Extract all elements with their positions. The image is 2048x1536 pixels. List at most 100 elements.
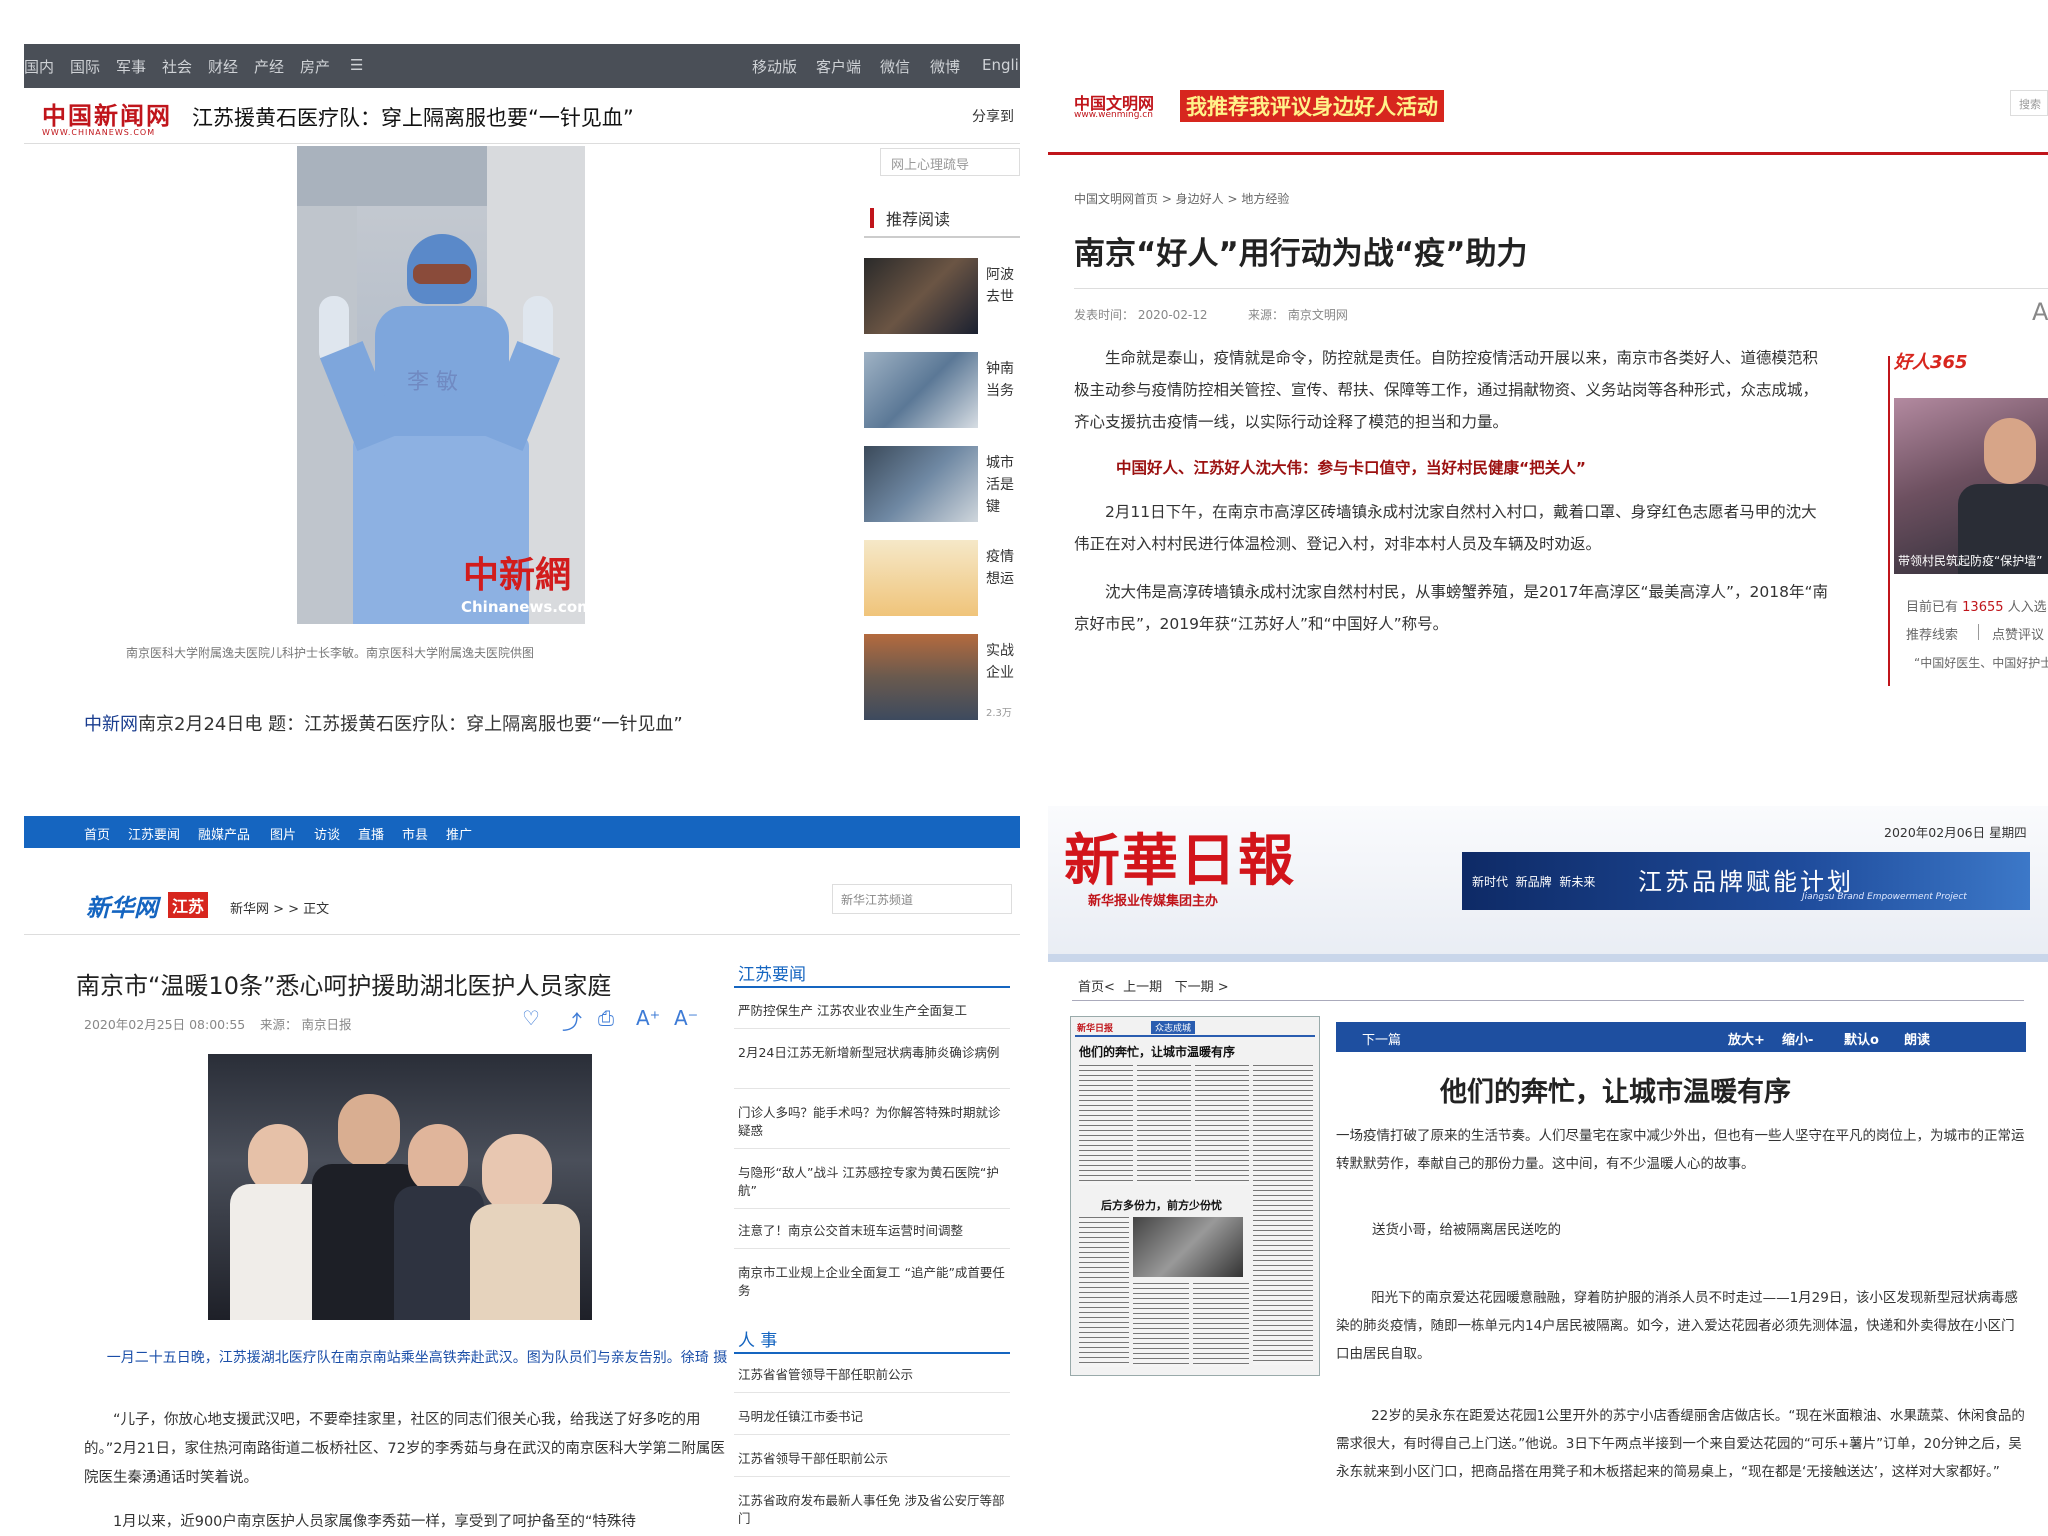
lead-text: 南京2月24日电 题：江苏援黄石医疗队：穿上隔离服也要“一针见血”	[138, 714, 683, 735]
portrait-photo[interactable]: 带领村民筑起防疫“保护墙”	[1894, 398, 2048, 574]
publisher-line: 新华报业传媒集团主办	[1088, 894, 1219, 909]
nav-item[interactable]: 社会	[162, 56, 192, 77]
font-increase-icon[interactable]: A⁺	[636, 1006, 660, 1030]
nav-item[interactable]: Engli	[982, 56, 1019, 74]
article-source: 来源： 南京日报	[260, 1017, 352, 1032]
chinanews-article: 国内 国际 军事 社会 财经 产经 房产 ☰ 移动版 客户端 微信 微博 Eng…	[24, 44, 1020, 744]
nav-item[interactable]: 首页	[84, 824, 110, 843]
side-news-item[interactable]: 严防控保生产 江苏农业农业生产全面复工	[738, 1002, 1008, 1020]
prev-issue-link[interactable]: 上一期	[1123, 980, 1162, 995]
rec-count: 2.3万	[986, 708, 1012, 719]
epaper-nav: 首页< 上一期 下一期 >	[1078, 976, 1229, 995]
share-icon[interactable]: ⤴	[562, 1006, 582, 1035]
nav-item[interactable]: 房产	[300, 56, 330, 77]
chinanews-logo[interactable]: 中国新闻网	[42, 96, 172, 131]
side-title-news[interactable]: 江苏要闻	[738, 960, 806, 985]
read-aloud-button[interactable]: 朗读	[1904, 1029, 1930, 1048]
publish-date: 发表时间： 2020-02-12	[1074, 308, 1208, 322]
rec-thumb	[864, 634, 978, 720]
article-headline: 南京“好人”用行动为战“疫”助力	[1074, 236, 1528, 272]
breadcrumb[interactable]: 中国文明网首页 > 身边好人 > 地方经验	[1074, 190, 1289, 207]
nav-item[interactable]: 微博	[930, 56, 960, 77]
nav-item[interactable]: 移动版	[752, 56, 797, 77]
nav-item[interactable]: 产经	[254, 56, 284, 77]
nav-item[interactable]: 客户端	[816, 56, 861, 77]
side-people-item[interactable]: 江苏省政府发布最新人事任免 涉及省公安厅等部门	[738, 1492, 1008, 1528]
paragraph: 22岁的吴永东在距爱达花园1公里开外的苏宁小店香缇丽舍店做店长。“现在米面粮油、…	[1336, 1408, 2025, 1480]
recommend-item[interactable]: 钟南当务	[864, 352, 1020, 428]
nav-item[interactable]: 市县	[402, 824, 428, 843]
side-news-item[interactable]: 注意了！南京公交首末班车运营时间调整	[738, 1222, 1008, 1240]
portrait-caption: 带领村民筑起防疫“保护墙”	[1898, 554, 2043, 568]
newspaper-page-thumbnail[interactable]: 新华日报 众志成城 他们的奔忙，让城市温暖有序 后方多份力，前方少份忧	[1070, 1016, 1320, 1376]
nav-item[interactable]: 国内	[24, 56, 54, 77]
photo-caption: 南京医科大学附属逸夫医院儿科护士长李敏。南京医科大学附属逸夫医院供图	[126, 646, 535, 660]
page-headline: 他们的奔忙，让城市温暖有序	[1079, 1045, 1236, 1059]
issue-date: 2020年02月06日 星期四	[1884, 825, 2027, 840]
side-news-item[interactable]: 门诊人多吗？能手术吗？为你解答特殊时期就诊疑惑	[738, 1104, 1008, 1140]
side-title-people[interactable]: 人 事	[738, 1326, 777, 1351]
recommend-item[interactable]: 城市活是键	[864, 446, 1020, 522]
nav-item[interactable]: 江苏要闻	[128, 824, 180, 843]
chinanews-logo-sub: WWW.CHINANEWS.COM	[42, 128, 156, 137]
search-input[interactable]: 新华江苏频道	[832, 884, 1012, 914]
lead-source[interactable]: 中新网	[84, 714, 138, 735]
recommend-item[interactable]: 阿波去世	[864, 258, 1020, 334]
side-more-link[interactable]: “中国好医生、中国好护士”	[1914, 654, 2048, 671]
nav-item[interactable]: 财经	[208, 56, 238, 77]
haoren365-logo[interactable]: 好人365	[1894, 348, 1968, 374]
recommend-item[interactable]: 实战企业 2.3万	[864, 634, 1020, 720]
xinhua-logo[interactable]: 新华网	[86, 888, 158, 923]
brand-banner[interactable]: 新时代 新品牌 新未来 江苏品牌赋能计划 Jiangsu Brand Empow…	[1462, 852, 2030, 910]
selected-count: 目前已有 13655 人入选	[1906, 600, 2047, 615]
side-news-item[interactable]: 2月24日江苏无新增新型冠状病毒肺炎确诊病例	[738, 1044, 1008, 1062]
side-people-item[interactable]: 江苏省领导干部任职前公示	[738, 1450, 1008, 1468]
side-people-item[interactable]: 马明龙任镇江市委书记	[738, 1408, 1008, 1426]
rec-text: 钟南当务	[986, 361, 1014, 399]
like-comment-link[interactable]: 点赞评议	[1992, 624, 2044, 643]
side-people-item[interactable]: 江苏省省管领导干部任职前公示	[738, 1366, 1008, 1384]
chinanews-watermark: 中新網	[463, 554, 572, 596]
side-news-item[interactable]: 南京市工业规上企业全面复工 “追产能”成首要任务	[738, 1264, 1008, 1300]
xinhua-article: 首页 江苏要闻 融媒产品 图片 访谈 直播 市县 推广 新华网 江苏 新华网 >…	[24, 816, 1020, 1536]
rec-thumb	[864, 352, 978, 428]
search-input[interactable]: 网上心理疏导	[880, 148, 1020, 176]
nav-item[interactable]: 访谈	[314, 824, 340, 843]
rec-thumb	[864, 258, 978, 334]
campaign-banner[interactable]: 我推荐我评议身边好人活动	[1180, 90, 1444, 122]
print-icon[interactable]: ⎙	[598, 1006, 614, 1030]
page-title: 江苏援黄石医疗队：穿上隔离服也要“一针见血”	[192, 106, 634, 130]
breadcrumb[interactable]: 新华网 > > 正文	[230, 898, 329, 917]
recommend-clue-link[interactable]: 推荐线索	[1906, 624, 1958, 643]
font-decrease-icon[interactable]: A⁻	[674, 1006, 698, 1030]
nav-item[interactable]: 军事	[116, 56, 146, 77]
nav-item[interactable]: 微信	[880, 56, 910, 77]
nav-item[interactable]: 推广	[446, 824, 472, 843]
search-button[interactable]: 搜索	[2010, 90, 2048, 116]
font-size-button[interactable]: A	[2032, 298, 2048, 326]
next-issue-link[interactable]: 下一期 >	[1175, 980, 1229, 995]
next-article-link[interactable]: 下一篇	[1362, 1029, 1401, 1048]
recommend-title: 推荐阅读	[886, 210, 951, 229]
paragraph: “儿子，你放心地支援武汉吧，不要牵挂家里，社区的同志们很关心我，给我送了好多吃的…	[84, 1412, 725, 1486]
recommend-item[interactable]: 疫情想运	[864, 540, 1020, 616]
default-size-button[interactable]: 默认o	[1844, 1029, 1879, 1048]
nav-item[interactable]: 直播	[358, 824, 384, 843]
paragraph: 沈大伟是高淳砖墙镇永成村沈家自然村村民，从事螃蟹养殖，是2017年高淳区“最美高…	[1074, 583, 1828, 633]
nav-item[interactable]: 国际	[70, 56, 100, 77]
subheading: 送货小哥，给被隔离居民送吃的	[1372, 1222, 1561, 1238]
menu-icon[interactable]: ☰	[350, 56, 363, 74]
share-button[interactable]: 分享到	[972, 106, 1014, 126]
publish-date: 2020年02月25日 08:00:55	[84, 1017, 246, 1032]
home-link[interactable]: 首页<	[1078, 980, 1115, 995]
paragraph: 阳光下的南京爱达花园暖意融融，穿着防护服的消杀人员不时走过——1月29日，该小区…	[1336, 1290, 2018, 1362]
zoom-in-button[interactable]: 放大+	[1728, 1029, 1765, 1048]
xinhua-logo-tag[interactable]: 江苏	[168, 892, 209, 918]
zoom-out-button[interactable]: 缩小-	[1782, 1029, 1813, 1048]
comment-icon[interactable]: ♡	[522, 1006, 540, 1030]
nav-item[interactable]: 图片	[270, 824, 296, 843]
nurse-photo: 李 敏 中新網 Chinanews.com	[297, 146, 585, 624]
side-news-item[interactable]: 与隐形“敌人”战斗 江苏感控专家为黄石医院“护航”	[738, 1164, 1008, 1200]
xinhua-daily-masthead[interactable]: 新華日報	[1064, 816, 1296, 897]
nav-item[interactable]: 融媒产品	[198, 824, 250, 843]
